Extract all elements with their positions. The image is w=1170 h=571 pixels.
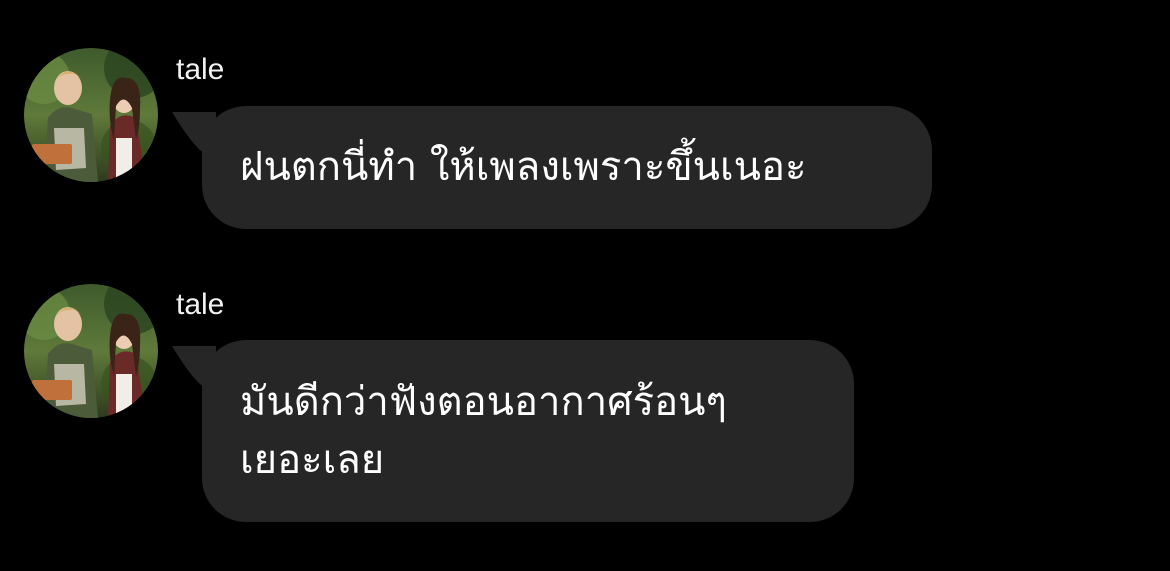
chat-message: tale มันดีกว่าฟังตอนอากาศร้อนๆ เยอะเลย [0, 0, 1170, 571]
avatar[interactable] [24, 284, 158, 418]
message-bubble[interactable]: มันดีกว่าฟังตอนอากาศร้อนๆ เยอะเลย [202, 340, 854, 522]
couple-photo-icon [24, 284, 158, 418]
sender-name: tale [176, 288, 225, 321]
message-text: มันดีกว่าฟังตอนอากาศร้อนๆ เยอะเลย [240, 379, 727, 483]
